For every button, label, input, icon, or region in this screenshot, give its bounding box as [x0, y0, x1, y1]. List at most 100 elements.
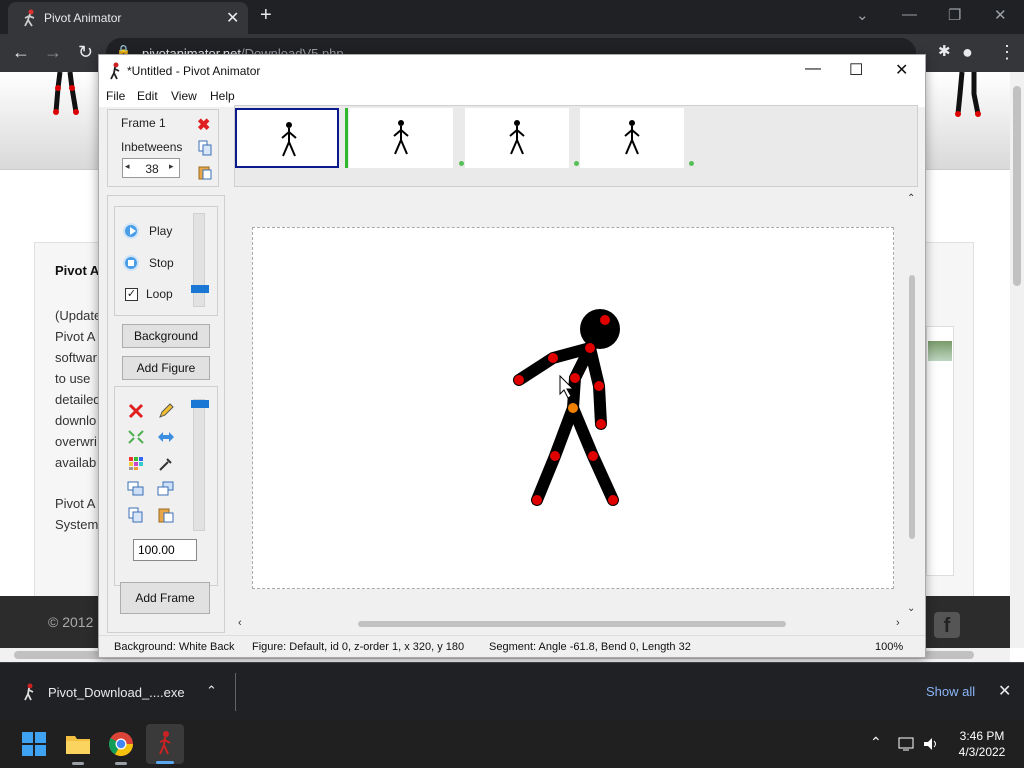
- copy-figure-icon[interactable]: [127, 507, 145, 523]
- spinner-decrease-icon[interactable]: ◂: [125, 161, 130, 172]
- menu-edit[interactable]: Edit: [137, 89, 158, 103]
- canvas-hscroll-thumb[interactable]: [358, 621, 786, 627]
- stop-button[interactable]: Stop: [123, 255, 183, 273]
- figure-size-slider-knob[interactable]: [191, 400, 209, 408]
- pivot-taskbar-button[interactable]: [146, 724, 184, 764]
- pivot-maximize-icon[interactable]: ☐: [849, 60, 863, 80]
- canvas-vertical-scrollbar[interactable]: ⌃ ⌄: [904, 191, 920, 621]
- new-tab-button[interactable]: +: [260, 4, 272, 27]
- taskbar: ⌃ 3:46 PM 4/3/2022: [0, 720, 1024, 768]
- tab-title: Pivot Animator: [44, 11, 122, 25]
- scale-input[interactable]: [133, 539, 197, 561]
- speed-slider-knob[interactable]: [191, 285, 209, 293]
- file-explorer-icon[interactable]: [64, 730, 92, 758]
- pivot-close-icon[interactable]: ✕: [895, 60, 908, 80]
- menu-view[interactable]: View: [171, 89, 197, 103]
- chevron-up-icon[interactable]: ⌃: [206, 683, 217, 699]
- delete-frame-icon[interactable]: ✖: [197, 115, 210, 135]
- spinner-increase-icon[interactable]: ▸: [169, 161, 174, 172]
- figure-size-slider[interactable]: [191, 399, 209, 531]
- web-thumbnail[interactable]: [926, 326, 954, 576]
- edit-figure-icon[interactable]: [157, 403, 175, 419]
- menu-file[interactable]: File: [106, 89, 125, 103]
- bring-front-icon[interactable]: [127, 481, 145, 497]
- scroll-down-icon[interactable]: ⌄: [907, 603, 915, 614]
- page-vertical-scrollbar[interactable]: [1010, 72, 1024, 648]
- tab-search-icon[interactable]: ⌄: [856, 6, 869, 24]
- frame-figure: [281, 122, 297, 157]
- send-back-icon[interactable]: [157, 481, 175, 497]
- frame-thumbnail-2[interactable]: [349, 108, 453, 168]
- network-icon[interactable]: [898, 736, 916, 752]
- loop-label: Loop: [146, 287, 173, 301]
- volume-icon[interactable]: [922, 736, 940, 752]
- flip-figure-icon[interactable]: [157, 429, 175, 445]
- scroll-up-icon[interactable]: ⌃: [907, 193, 915, 204]
- stickfigure-left-image: [53, 72, 79, 115]
- pivot-app-icon: [110, 62, 120, 80]
- download-item[interactable]: Pivot_Download_....exe ⌃: [10, 673, 236, 711]
- download-file-name: Pivot_Download_....exe: [48, 685, 185, 700]
- paste-frame-icon[interactable]: [198, 164, 212, 180]
- copy-frame-icon[interactable]: [198, 140, 212, 156]
- canvas-horizontal-scrollbar[interactable]: ‹ ›: [234, 617, 910, 631]
- minimize-icon[interactable]: —: [902, 6, 917, 23]
- scroll-left-icon[interactable]: ‹: [238, 617, 242, 629]
- tray-overflow-icon[interactable]: ⌃: [870, 734, 882, 751]
- chrome-indicator: [115, 762, 127, 765]
- pivot-title-bar[interactable]: *Untitled - Pivot Animator — ☐ ✕: [99, 55, 925, 87]
- web-paragraph-1: (Update Pivot A softwar to use detailed …: [55, 308, 102, 470]
- frame-thumbnail-1[interactable]: [235, 108, 339, 168]
- pivot-minimize-icon[interactable]: —: [805, 60, 821, 78]
- close-icon[interactable]: ✕: [994, 6, 1007, 24]
- play-icon: [123, 223, 139, 239]
- profile-icon[interactable]: ●: [962, 42, 973, 63]
- web-heading: Pivot A: [55, 263, 100, 278]
- frame-thumbnail-3[interactable]: [465, 108, 569, 168]
- extensions-icon[interactable]: ✱: [938, 42, 951, 60]
- frame-figure: [509, 120, 525, 155]
- inbetweens-spinner[interactable]: ◂ 38 ▸: [122, 158, 180, 178]
- speed-slider[interactable]: [191, 213, 209, 307]
- color-figure-icon[interactable]: [127, 455, 145, 471]
- footer-copyright: © 2012: [48, 614, 94, 630]
- playback-box: Play Stop ✓ Loop: [114, 206, 218, 316]
- forward-icon[interactable]: →: [44, 42, 62, 63]
- delete-figure-icon[interactable]: [127, 403, 145, 419]
- system-clock[interactable]: 3:46 PM 4/3/2022: [952, 728, 1012, 760]
- menu-icon[interactable]: ⋮: [998, 42, 1016, 63]
- download-file-icon: [24, 683, 34, 701]
- pivot-animator-window: *Untitled - Pivot Animator — ☐ ✕ File Ed…: [98, 54, 926, 658]
- background-button[interactable]: Background: [122, 324, 210, 348]
- chrome-icon[interactable]: [107, 730, 135, 758]
- status-zoom: 100%: [875, 641, 904, 653]
- menu-help[interactable]: Help: [210, 89, 235, 103]
- back-icon[interactable]: ←: [12, 42, 30, 63]
- frame-marker: [459, 161, 464, 166]
- reload-icon[interactable]: ↻: [78, 42, 93, 63]
- paste-figure-icon[interactable]: [157, 507, 175, 523]
- download-bar-close-icon[interactable]: ✕: [998, 681, 1011, 701]
- play-button[interactable]: Play: [123, 223, 183, 241]
- stick-figure[interactable]: [253, 228, 895, 590]
- browser-tab[interactable]: Pivot Animator ✕: [8, 2, 248, 34]
- windows-start-icon[interactable]: [20, 730, 48, 758]
- scroll-right-icon[interactable]: ›: [896, 617, 900, 629]
- add-frame-button[interactable]: Add Frame: [120, 582, 210, 614]
- show-all-link[interactable]: Show all: [926, 684, 975, 699]
- loop-checkbox[interactable]: ✓ Loop: [123, 286, 183, 304]
- canvas-vscroll-thumb[interactable]: [909, 275, 915, 539]
- tab-close-icon[interactable]: ✕: [226, 8, 239, 28]
- clock-date: 4/3/2022: [958, 745, 1006, 759]
- frame-label: Frame 1: [121, 116, 166, 130]
- eyedropper-icon[interactable]: [157, 455, 175, 471]
- animation-canvas[interactable]: [252, 227, 894, 589]
- frame-figure: [393, 120, 409, 155]
- timeline-frames: [234, 105, 918, 187]
- add-figure-button[interactable]: Add Figure: [122, 356, 210, 380]
- restore-icon[interactable]: ❐: [948, 6, 961, 24]
- center-figure-icon[interactable]: [127, 429, 145, 445]
- clock-time: 3:46 PM: [959, 729, 1005, 743]
- facebook-icon[interactable]: f: [934, 612, 960, 638]
- frame-thumbnail-4[interactable]: [580, 108, 684, 168]
